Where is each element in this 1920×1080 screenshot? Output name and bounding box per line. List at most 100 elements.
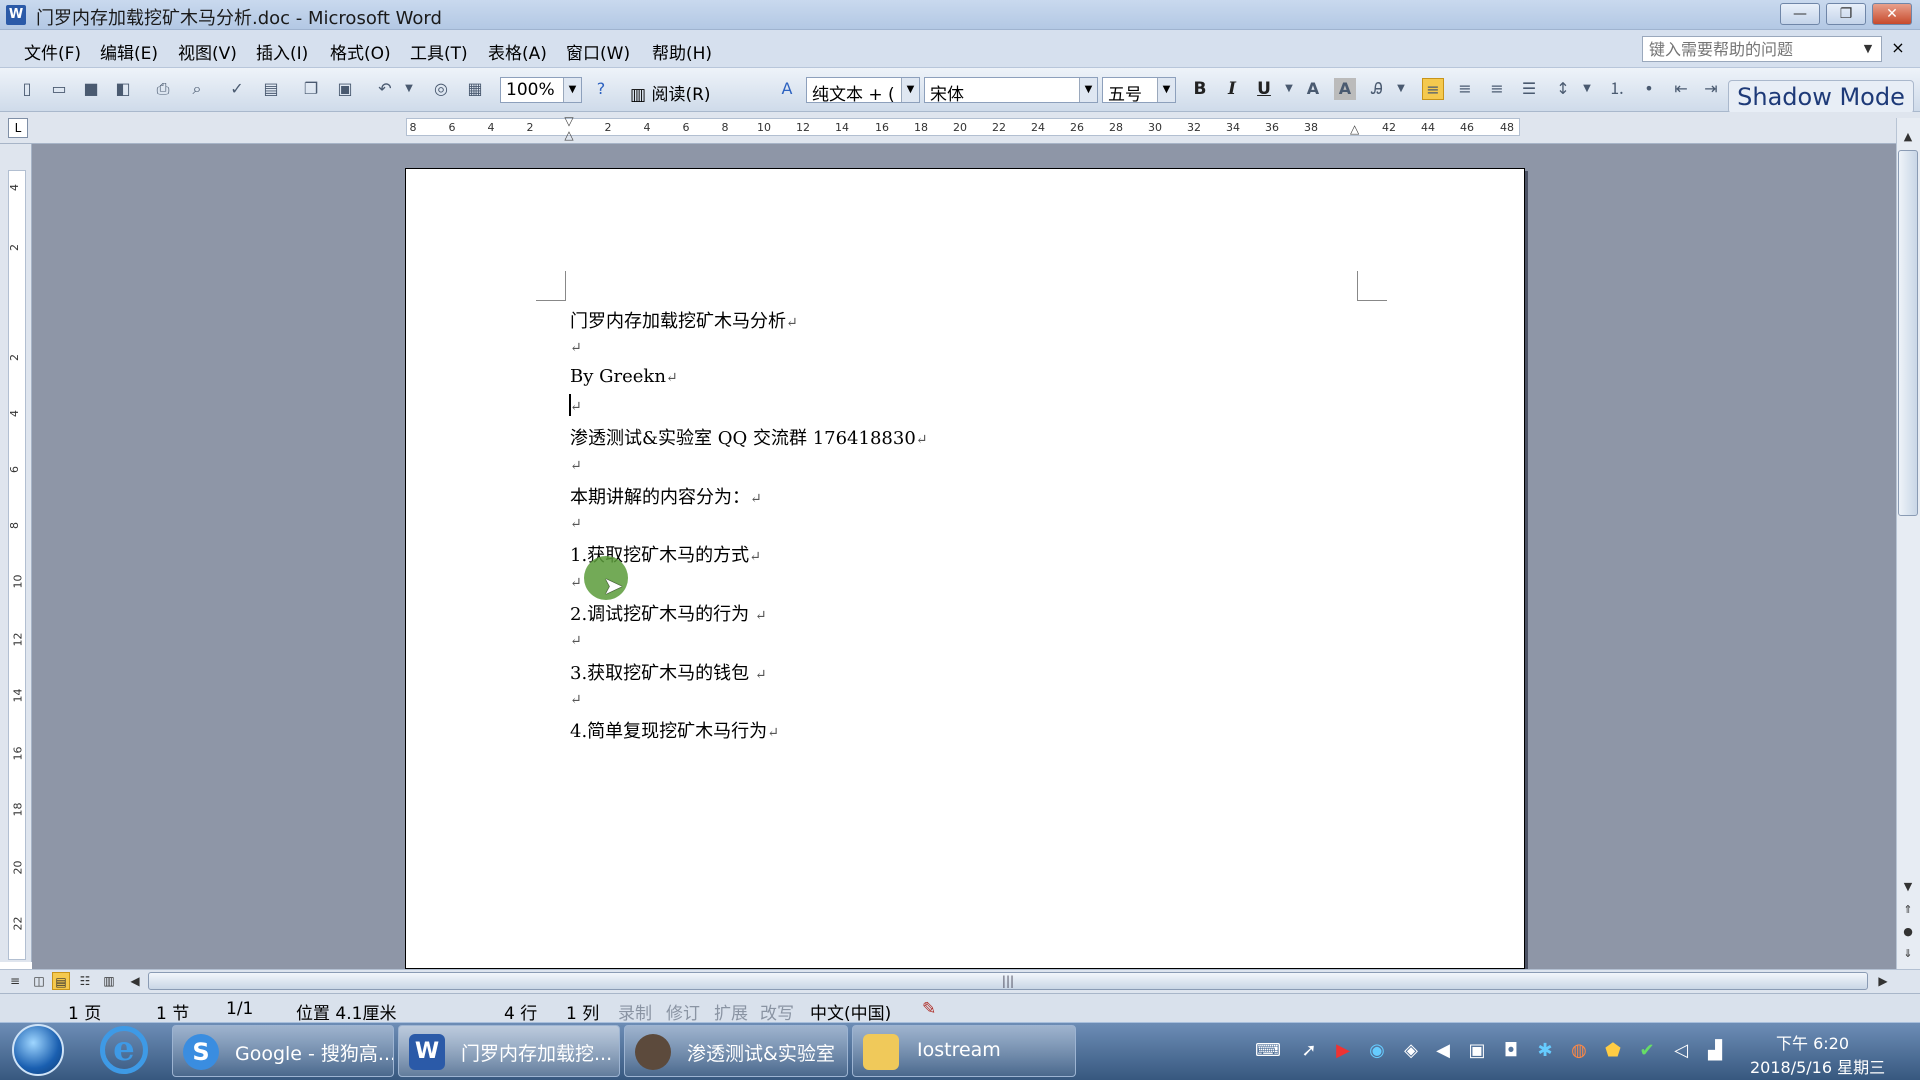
status-language[interactable]: 中文(中国) [810,999,891,1024]
qq-icon[interactable]: ◉ [1366,1040,1388,1061]
scroll-up-icon[interactable]: ▲ [1900,130,1916,143]
underline-button[interactable]: U [1253,79,1275,99]
menu-table[interactable]: 表格(A) [488,39,547,64]
char-shading-icon[interactable]: A [1334,78,1356,100]
bullets-icon[interactable]: • [1638,78,1660,100]
style-select[interactable]: 纯文本 + (▼ [806,77,920,103]
document-line[interactable]: 门罗内存加载挖矿木马分析↵ [570,307,798,333]
permission-icon[interactable]: ◧ [112,78,134,100]
media-play-icon[interactable]: ▶ [1332,1040,1354,1061]
help-icon[interactable]: ? [590,78,612,100]
scroll-right-icon[interactable]: ▶ [1874,972,1892,990]
indent-marker-icon[interactable]: ▽ △ [562,114,576,144]
pointer-icon[interactable]: ➚ [1298,1040,1320,1061]
document-line[interactable]: ↵ [570,336,582,357]
status-extend[interactable]: 扩展 [714,999,748,1024]
align-left-icon[interactable]: ≡ [1422,78,1444,100]
menu-file[interactable]: 文件(F) [24,39,81,64]
bluetooth-icon[interactable]: ✱ [1534,1040,1556,1061]
outline-view-icon[interactable]: ☷ [76,972,94,990]
zoom-select[interactable]: 100% ▼ [500,77,582,103]
align-right-icon[interactable]: ≡ [1486,78,1508,100]
taskbar-item-word[interactable]: W 门罗内存加载挖... [398,1025,620,1077]
justify-icon[interactable]: ☰ [1518,78,1540,100]
undo-icon[interactable]: ↶ [374,78,396,100]
increase-indent-icon[interactable]: ⇥ [1700,78,1722,100]
display-icon[interactable]: ▣ [1466,1040,1488,1061]
document-line[interactable]: By Greekn↵ [570,366,678,387]
minimize-button[interactable]: — [1780,3,1820,25]
line-spacing-icon[interactable]: ↕ [1552,78,1574,100]
document-line[interactable]: ↵ [570,512,582,533]
menu-view[interactable]: 视图(V) [178,39,237,64]
styles-icon[interactable]: A [776,78,798,100]
document-line[interactable]: ↵ [570,629,582,650]
line-spacing-dropdown-icon[interactable]: ▼ [1576,78,1598,100]
menu-edit[interactable]: 编辑(E) [100,39,158,64]
keyboard-icon[interactable]: ⌨ [1255,1040,1281,1061]
network-monitor-icon[interactable]: ◈ [1400,1040,1422,1061]
insert-table-icon[interactable]: ▦ [464,78,486,100]
font-select[interactable]: 宋体 ▼ [924,77,1098,103]
status-overtype[interactable]: 改写 [760,999,794,1024]
web-layout-icon[interactable]: ◫ [30,972,48,990]
status-record[interactable]: 录制 [618,999,652,1024]
status-track-changes[interactable]: 修订 [666,999,700,1024]
taskbar-item-browser[interactable]: S Google - 搜狗高... [172,1025,394,1077]
font-size-select[interactable]: 五号 ▼ [1102,77,1176,103]
numbering-icon[interactable]: ⒈ [1606,78,1628,100]
char-border-icon[interactable]: A [1302,78,1324,100]
undo-dropdown-icon[interactable]: ▼ [398,78,420,100]
reading-view-icon[interactable]: ▥ [100,972,118,990]
tab-selector-button[interactable]: L [8,118,28,138]
new-document-icon[interactable]: ▯ [16,78,38,100]
print-preview-icon[interactable]: ⌕ [186,78,208,100]
document-line[interactable]: ↵ [570,688,582,709]
menu-format[interactable]: 格式(O) [330,39,391,64]
document-line[interactable]: ↵ [570,454,582,475]
document-page[interactable]: 门罗内存加载挖矿木马分析↵ ↵ By Greekn↵ ↵ 渗透测试&实验室 QQ 交流群… [405,168,1525,969]
print-icon[interactable]: ⎙ [152,78,174,100]
close-button[interactable]: ✕ [1872,3,1912,25]
underline-dropdown-icon[interactable]: ▼ [1278,78,1300,100]
menu-tools[interactable]: 工具(T) [410,39,468,64]
copy-icon[interactable]: ❐ [300,78,322,100]
research-icon[interactable]: ▤ [260,78,282,100]
document-line[interactable]: 4.简单复现挖矿木马行为↵ [570,717,779,743]
document-line[interactable]: 渗透测试&实验室 QQ 交流群 176418830↵ [570,424,928,450]
right-indent-marker-icon[interactable]: △ [1350,122,1359,136]
print-layout-icon[interactable]: ▤ [52,972,70,990]
taskbar-item-folder[interactable]: Iostream [852,1025,1076,1077]
security-icon[interactable]: ◍ [1568,1040,1590,1061]
scroll-left-icon[interactable]: ◀ [126,972,144,990]
next-page-icon[interactable]: ⇓ [1900,947,1916,960]
align-center-icon[interactable]: ≡ [1454,78,1476,100]
update-icon[interactable]: ✔ [1636,1040,1658,1061]
select-browse-object-icon[interactable]: ● [1900,925,1916,938]
menu-help[interactable]: 帮助(H) [652,39,712,64]
save-icon[interactable]: ■ [80,78,102,100]
previous-page-icon[interactable]: ⇑ [1900,903,1916,916]
clock-time[interactable]: 下午 6:20 [1776,1030,1849,1054]
reading-layout-button[interactable]: ▥ 阅读(R) [630,80,711,105]
shield-icon[interactable]: ⬟ [1602,1040,1624,1061]
clock-date[interactable]: 2018/5/16 星期三 [1750,1054,1885,1078]
close-document-icon[interactable]: × [1886,36,1910,60]
scroll-down-icon[interactable]: ▼ [1900,880,1916,893]
internet-explorer-icon[interactable]: e [100,1026,148,1074]
spelling-status-icon[interactable]: ✎ [922,999,936,1019]
speaker-icon[interactable]: ◀ [1432,1040,1454,1061]
vertical-ruler-strip[interactable]: 4 2 2 4 6 8 10 12 14 16 18 20 22 [8,170,26,960]
paste-icon[interactable]: ▣ [334,78,356,100]
word-app-icon[interactable]: W [6,5,26,25]
normal-view-icon[interactable]: ≡ [6,972,24,990]
menu-insert[interactable]: 插入(I) [256,39,308,64]
vertical-scroll-thumb[interactable] [1898,150,1918,516]
menu-window[interactable]: 窗口(W) [566,39,630,64]
char-scale-icon[interactable]: Ꭿ [1366,78,1388,100]
bold-button[interactable]: B [1189,79,1211,99]
device-icon[interactable]: ◘ [1500,1040,1522,1061]
help-dropdown-icon[interactable]: ▼ [1856,37,1880,61]
italic-button[interactable]: I [1221,79,1243,99]
horizontal-scroll-thumb[interactable]: ||| [148,972,1868,990]
